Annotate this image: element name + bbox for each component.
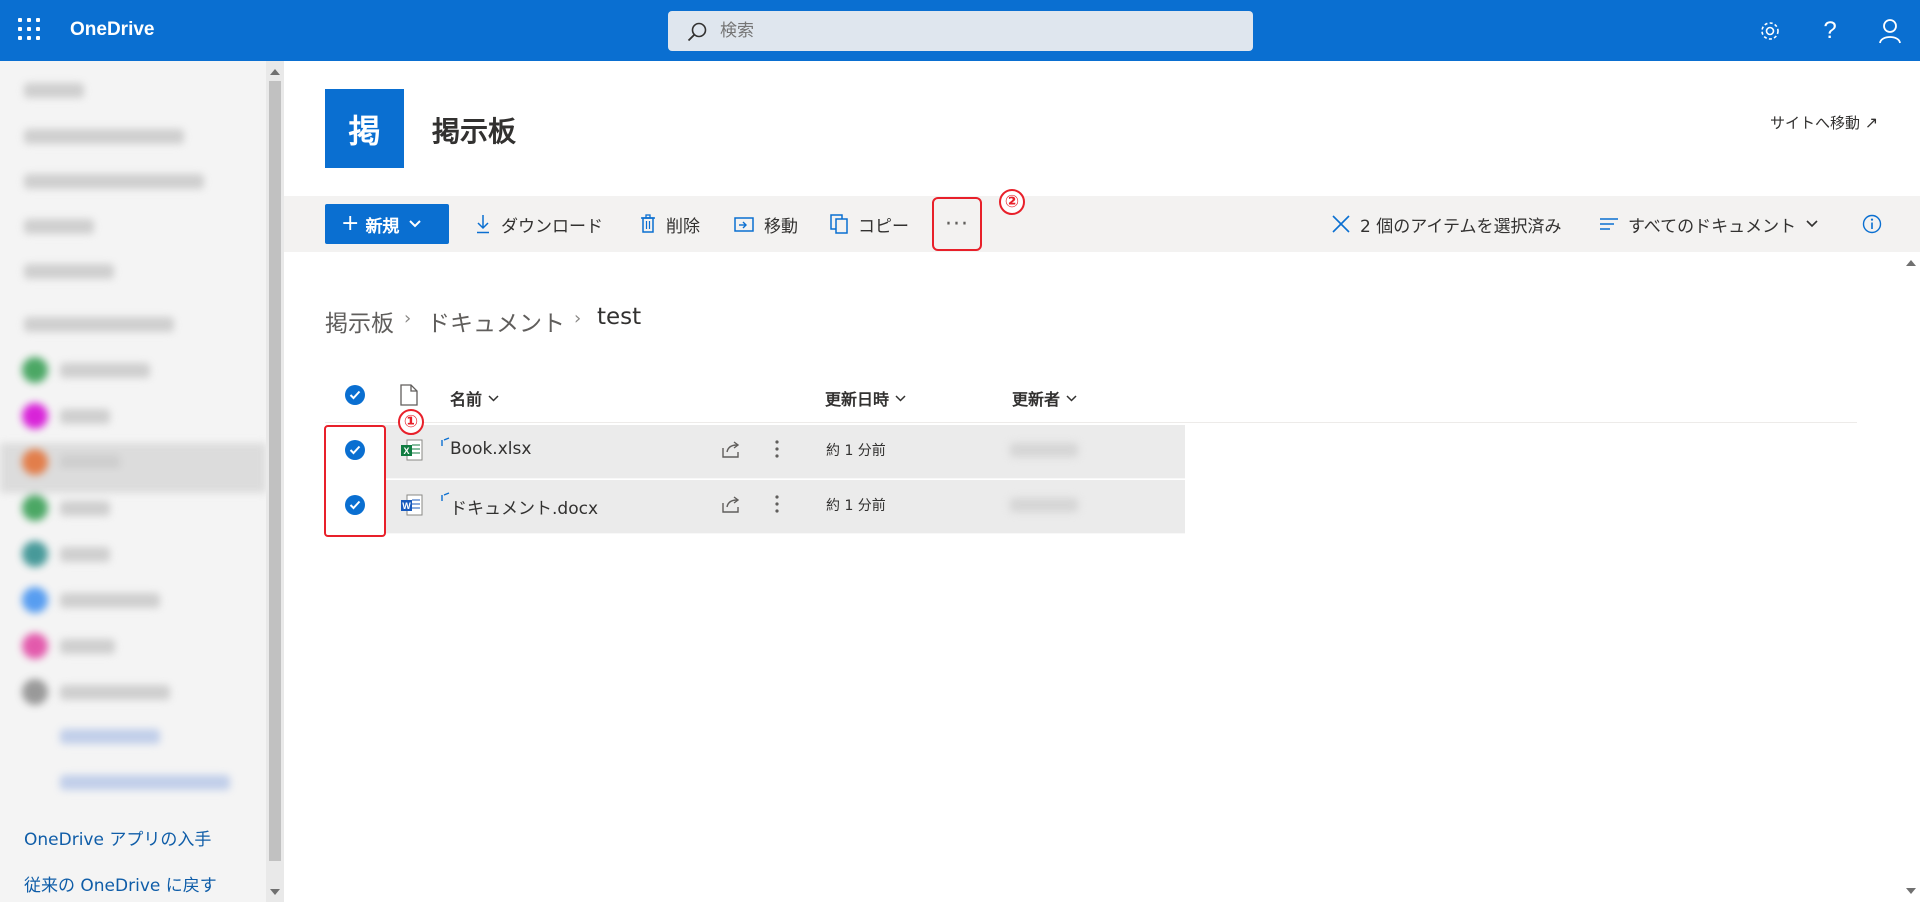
return-classic-onedrive-link[interactable]: 従来の OneDrive に戻す [24, 871, 217, 896]
chevron-down-icon [1806, 220, 1818, 228]
site-title: 掲示板 [432, 115, 517, 148]
word-file-icon: W [400, 493, 424, 521]
main-scrollbar[interactable] [1902, 252, 1920, 902]
header-divider [325, 422, 1857, 423]
chevron-right-icon: › [404, 308, 412, 329]
annotation-step-2: ② [999, 189, 1025, 215]
breadcrumb-item-documents[interactable]: ドキュメント [427, 304, 565, 338]
file-type-column-icon[interactable] [400, 384, 418, 410]
sidebar-scroll-thumb[interactable] [269, 81, 281, 861]
delete-label: 削除 [666, 216, 700, 237]
breadcrumb-item-site[interactable]: 掲示板 [325, 304, 394, 338]
more-options-button[interactable]: ··· [932, 197, 982, 251]
get-onedrive-app-link[interactable]: OneDrive アプリの入手 [24, 825, 211, 850]
new-button[interactable]: + 新規 [325, 204, 449, 244]
annotation-selection-highlight [324, 425, 386, 537]
go-to-site-label: サイトへ移動 [1770, 114, 1861, 132]
info-icon[interactable] [1862, 211, 1882, 237]
plus-icon: + [341, 211, 360, 236]
view-list-icon [1600, 217, 1618, 231]
go-to-site-link[interactable]: サイトへ移動 ↗ [1770, 112, 1878, 133]
scroll-down-arrow-icon[interactable] [1906, 888, 1916, 894]
excel-file-icon: X [400, 438, 424, 466]
more-options-label: ··· [945, 211, 969, 237]
new-item-sparkle-icon [440, 432, 450, 446]
view-switcher[interactable]: すべてのドキュメント [1600, 211, 1818, 237]
scroll-up-arrow-icon[interactable] [270, 69, 280, 75]
help-icon[interactable]: ? [1816, 17, 1844, 45]
download-label: ダウンロード [501, 216, 603, 237]
view-label: すべてのドキュメント [1628, 216, 1797, 237]
modified-date: 約 1 分前 [826, 443, 886, 459]
share-icon[interactable] [721, 440, 741, 462]
move-icon [734, 215, 754, 233]
trash-icon [640, 214, 656, 234]
scroll-up-arrow-icon[interactable] [1906, 260, 1916, 266]
more-actions-icon[interactable] [774, 438, 780, 464]
modified-date: 約 1 分前 [826, 498, 886, 514]
sidebar-scrollbar[interactable] [266, 61, 284, 902]
download-icon [475, 214, 491, 234]
file-name-link[interactable]: ドキュメント.docx [450, 494, 598, 519]
close-icon [1332, 215, 1350, 233]
column-header-modified-by[interactable]: 更新者 [1012, 384, 1077, 412]
breadcrumb-item-current: test [597, 304, 642, 330]
arrow-up-right-icon: ↗ [1864, 113, 1879, 132]
chevron-down-icon [488, 394, 499, 402]
site-logo[interactable]: 掲 [325, 89, 404, 168]
move-label: 移動 [764, 216, 798, 237]
new-item-sparkle-icon [440, 487, 450, 501]
search-box[interactable] [668, 11, 1253, 51]
download-button[interactable]: ダウンロード [475, 211, 603, 237]
copy-label: コピー [858, 216, 909, 237]
copy-icon [830, 214, 848, 234]
app-launcher-icon[interactable] [18, 18, 42, 42]
column-modified-label: 更新日時 [825, 390, 890, 409]
modified-by-blurred [1010, 498, 1078, 512]
account-icon[interactable] [1876, 17, 1904, 45]
search-icon [686, 21, 708, 47]
column-header-modified[interactable]: 更新日時 [825, 384, 906, 412]
svg-text:X: X [403, 446, 409, 456]
chevron-right-icon: › [574, 308, 582, 329]
copy-button[interactable]: コピー [830, 211, 909, 237]
modified-by-blurred [1010, 443, 1078, 457]
selection-count-label: 2 個のアイテムを選択済み [1360, 216, 1562, 237]
chevron-down-icon [409, 220, 422, 228]
blurred-navigation [0, 61, 266, 831]
new-button-label: 新規 [365, 216, 400, 237]
top-bar: OneDrive ? [0, 0, 1920, 61]
delete-button[interactable]: 削除 [640, 211, 700, 237]
chevron-down-icon [1066, 394, 1077, 402]
app-title[interactable]: OneDrive [70, 19, 154, 41]
column-modified-by-label: 更新者 [1012, 390, 1061, 409]
select-all-checkbox[interactable] [345, 385, 365, 405]
search-input[interactable] [720, 11, 1240, 51]
more-actions-icon[interactable] [774, 493, 780, 519]
annotation-step-1: ① [398, 409, 424, 435]
chevron-down-icon [895, 394, 906, 402]
sidebar: OneDrive アプリの入手 従来の OneDrive に戻す [0, 61, 284, 902]
column-header-name[interactable]: 名前 [450, 384, 499, 412]
clear-selection-button[interactable]: 2 個のアイテムを選択済み [1332, 211, 1562, 237]
move-button[interactable]: 移動 [734, 211, 798, 237]
share-icon[interactable] [721, 495, 741, 517]
scroll-down-arrow-icon[interactable] [270, 889, 280, 895]
svg-text:W: W [402, 501, 411, 511]
column-name-label: 名前 [450, 390, 483, 409]
settings-icon[interactable] [1756, 17, 1784, 45]
file-name-link[interactable]: Book.xlsx [450, 439, 531, 459]
